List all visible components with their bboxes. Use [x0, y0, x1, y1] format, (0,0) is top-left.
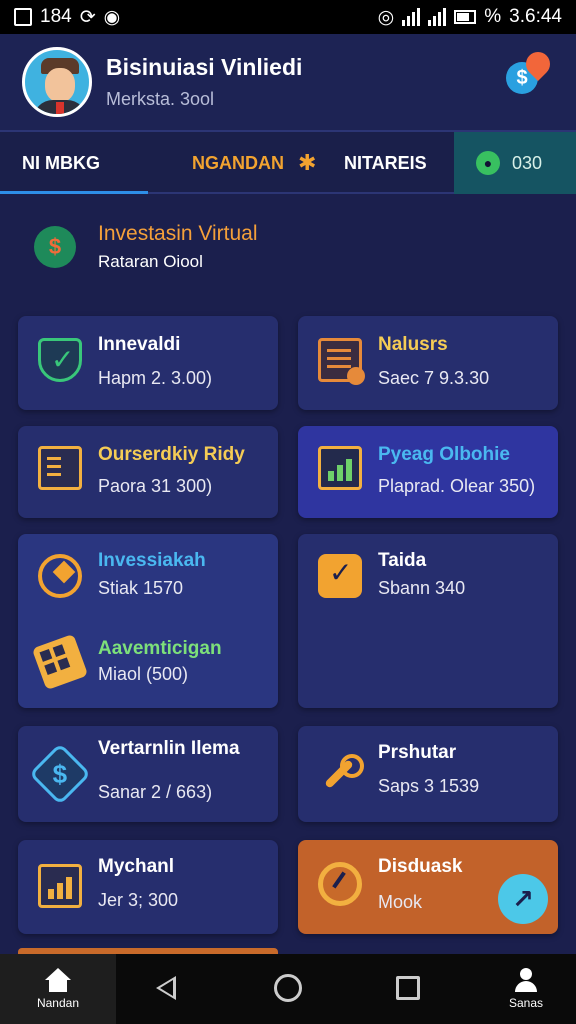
battery-icon — [454, 10, 477, 24]
gauge-icon — [318, 862, 362, 906]
card-ourserdkiy[interactable]: Ourserdkiy Ridy Paora 31 300) — [18, 426, 278, 518]
score-badge[interactable]: ● 030 — [454, 132, 576, 194]
avatar[interactable] — [22, 47, 92, 117]
document-icon — [318, 338, 365, 385]
bar-chart-icon — [318, 446, 362, 490]
card-subtitle: Jer 3; 300 — [98, 890, 179, 910]
nav-profile[interactable]: Sanas — [496, 954, 556, 1024]
section-header: $ Investasin Virtual Rataran Oiool — [34, 222, 258, 272]
tab-second[interactable]: NGANDAN — [192, 132, 284, 194]
recent-apps-icon[interactable] — [396, 976, 420, 1000]
user-name: Bisinuiasi Vinliedi — [106, 54, 303, 80]
investment-icon: $ — [34, 226, 76, 268]
status-left-text: 184 — [40, 6, 72, 27]
card-title-2: Aavemticigan — [98, 638, 222, 659]
card-vertarnlin[interactable]: Vertarnlin Ilema Sanar 2 / 663) — [18, 726, 278, 822]
section-subtitle: Rataran Oiool — [98, 252, 203, 271]
card-mychanl[interactable]: Mychanl Jer 3; 300 — [18, 840, 278, 934]
card-subtitle: Mook — [378, 892, 423, 912]
card-subtitle: Sbann 340 — [378, 578, 466, 598]
shield-check-icon — [38, 338, 82, 382]
card-title: Vertarnlin Ilema — [98, 738, 240, 759]
profile-icon — [514, 968, 538, 992]
nav-home[interactable]: Nandan — [0, 954, 116, 1024]
card-subtitle: Sanar 2 / 663) — [98, 782, 213, 802]
signal-2-icon — [428, 8, 447, 26]
card-pyeag[interactable]: Pyeag Olbohie Plaprad. Olear 350) — [298, 426, 558, 518]
checklist-icon — [38, 446, 82, 490]
card-prshutar[interactable]: Prshutar Saps 3 1539 — [298, 726, 558, 822]
card-title: Disduask — [378, 856, 463, 877]
status-right: ◎ % 3.6:44 — [378, 6, 562, 29]
card-subtitle: Saps 3 1539 — [378, 776, 480, 796]
back-icon[interactable] — [156, 976, 176, 1000]
bottom-navigation: Nandan Sanas — [0, 954, 576, 1024]
card-nalusrs[interactable]: Nalusrs Saec 7 9.3.30 — [298, 316, 558, 410]
dollar-icon — [28, 742, 92, 806]
dollar-chat-icon[interactable]: $ — [506, 47, 555, 98]
card-title: Innevaldi — [98, 334, 181, 355]
notification-icon — [14, 8, 32, 26]
card-disduask[interactable]: Disduask Mook ↗ — [298, 840, 558, 934]
card-title: Ourserdkiy Ridy — [98, 444, 245, 465]
card-subtitle: Paora 31 300) — [98, 476, 213, 496]
card-title: Nalusrs — [378, 334, 448, 355]
status-left: 184 ⟳ ◉ — [14, 6, 120, 29]
card-invessiakah[interactable]: Invessiakah Stiak 1570 Aavemticigan Miao… — [18, 534, 278, 708]
section-title: Investasin Virtual — [98, 222, 258, 245]
tab-third[interactable]: NITAREIS — [344, 132, 427, 194]
card-subtitle-2: Miaol (500) — [98, 664, 189, 684]
nav-profile-label: Sanas — [508, 996, 544, 1010]
gear-icon[interactable]: ✱ — [298, 150, 316, 176]
home-icon — [45, 968, 71, 992]
avatar-face — [45, 68, 75, 102]
card-taida[interactable]: Taida Sbann 340 — [298, 534, 558, 708]
coin-icon: ● — [476, 151, 500, 175]
card-title: Prshutar — [378, 742, 457, 763]
tab-bar: NI MBKG NGANDAN ✱ NITAREIS ● 030 — [0, 130, 576, 194]
avatar-tie — [56, 102, 64, 114]
sync-icon: ⟳ — [79, 6, 96, 28]
bar-graph-icon — [38, 864, 82, 908]
nav-home-label: Nandan — [36, 996, 80, 1010]
home-circle-icon[interactable] — [274, 974, 302, 1002]
profile-header: Bisinuiasi Vinliedi Merksta. 3ool $ — [0, 34, 576, 130]
battery-percent: % — [484, 6, 502, 27]
cycle-icon — [38, 554, 82, 598]
checkmark-icon — [318, 554, 362, 598]
card-subtitle: Saec 7 9.3.30 — [378, 368, 490, 388]
card-innevaldi[interactable]: Innevaldi Hapm 2. 3.00) — [18, 316, 278, 410]
tab-first[interactable]: NI MBKG — [22, 132, 100, 194]
active-tab-indicator — [0, 191, 148, 194]
status-bar: 184 ⟳ ◉ ◎ % 3.6:44 — [0, 0, 576, 34]
grid-icon — [31, 633, 89, 691]
arrow-up-right-icon[interactable]: ↗ — [498, 874, 548, 924]
user-subtitle: Merksta. 3ool — [106, 89, 215, 109]
eye-icon: ◎ — [377, 6, 395, 28]
user-info: Bisinuiasi Vinliedi Merksta. 3ool — [106, 54, 302, 110]
card-title: Invessiakah — [98, 550, 206, 571]
card-subtitle: Hapm 2. 3.00) — [98, 368, 213, 388]
clock: 3.6:44 — [509, 6, 562, 27]
card-title: Mychanl — [98, 856, 175, 877]
tool-icon — [318, 752, 364, 796]
card-subtitle: Plaprad. Olear 350) — [378, 476, 536, 496]
score-value: 030 — [512, 152, 543, 173]
gamepad-icon: ◉ — [103, 6, 121, 28]
card-subtitle: Stiak 1570 — [98, 578, 184, 598]
card-title: Taida — [378, 550, 427, 571]
signal-icon — [402, 8, 421, 26]
card-title: Pyeag Olbohie — [378, 444, 510, 465]
